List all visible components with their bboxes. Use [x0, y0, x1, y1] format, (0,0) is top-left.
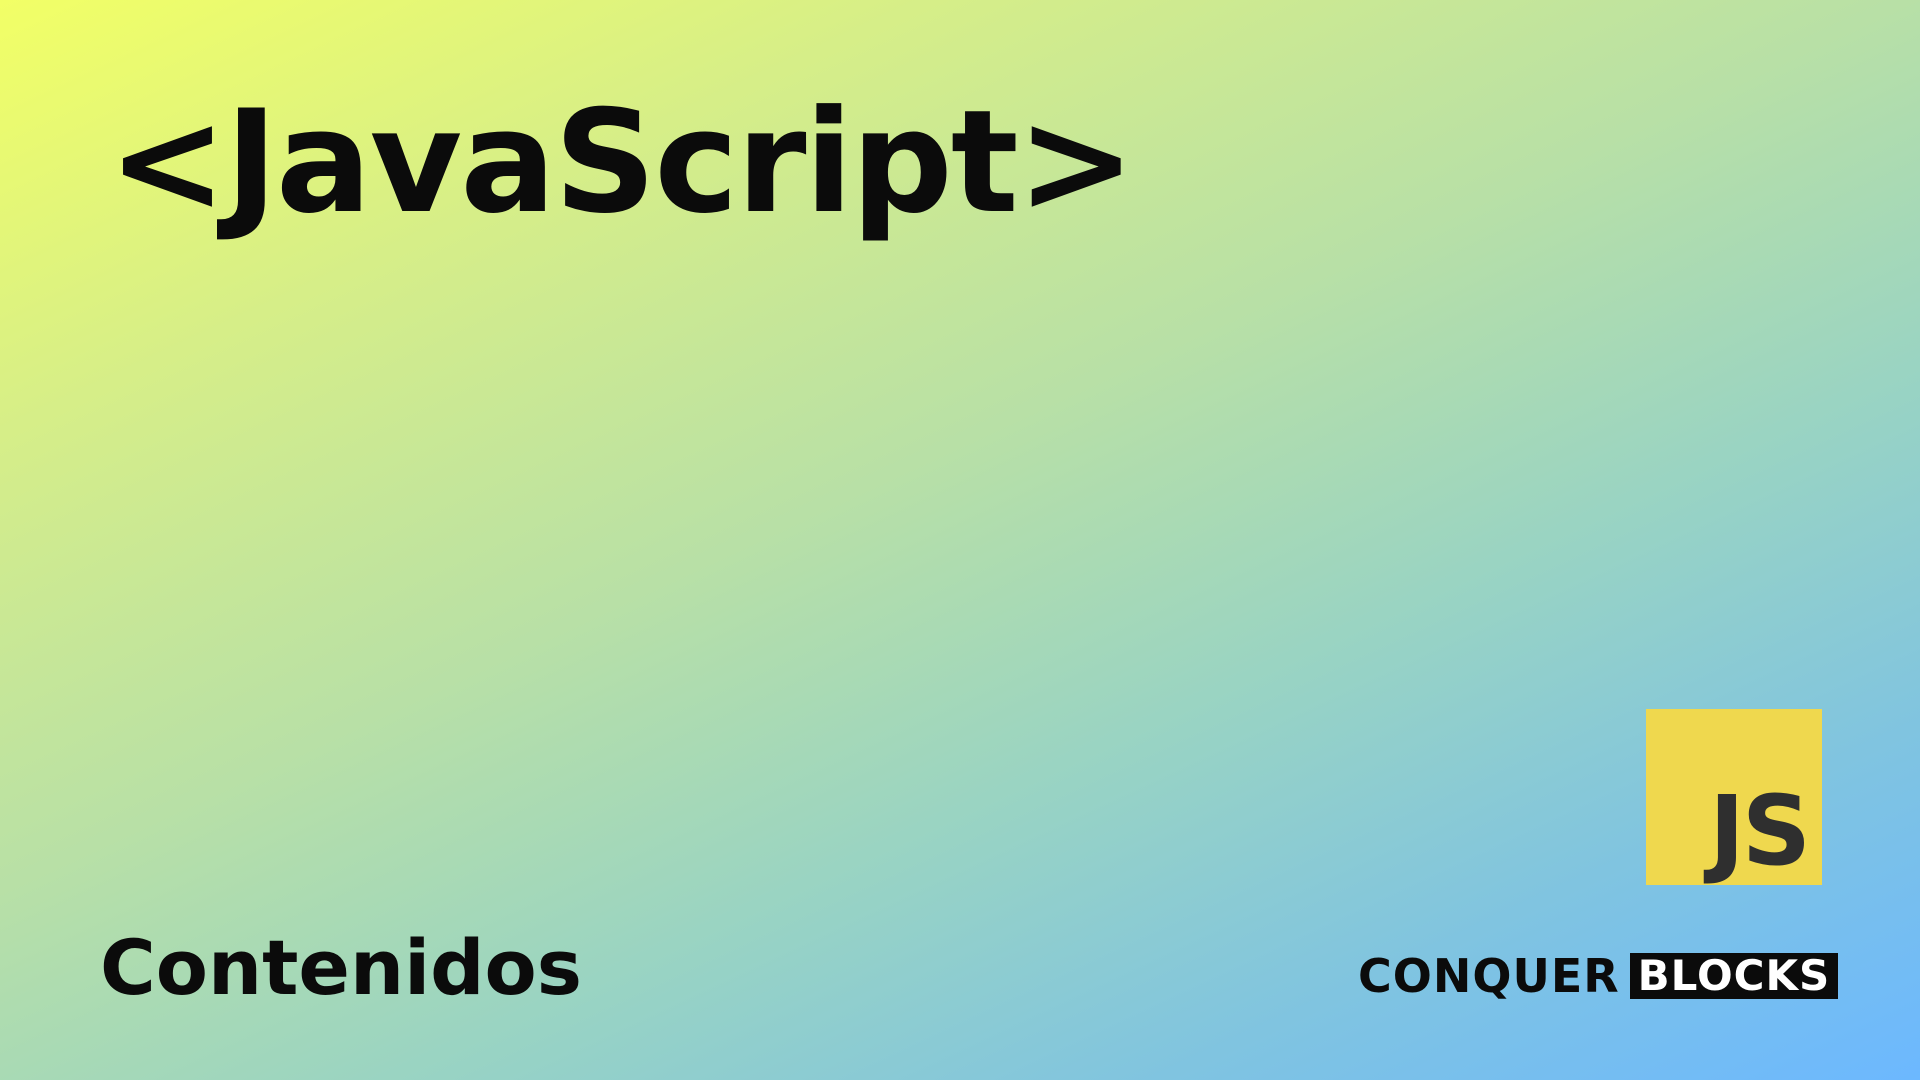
brand-word-conquer: CONQUER: [1358, 949, 1620, 1003]
page-title: <JavaScript>: [108, 92, 1136, 234]
js-logo-text: JS: [1709, 775, 1811, 887]
brand-word-blocks: BLOCKS: [1629, 953, 1839, 999]
title-text: JavaScript: [224, 80, 1019, 245]
brand-logo: CONQUER BLOCKS: [1358, 949, 1839, 1003]
section-label: Contenidos: [100, 923, 582, 1012]
javascript-logo-icon: JS: [1646, 709, 1822, 885]
close-angle-bracket: >: [1016, 80, 1136, 245]
open-angle-bracket: <: [108, 80, 227, 245]
